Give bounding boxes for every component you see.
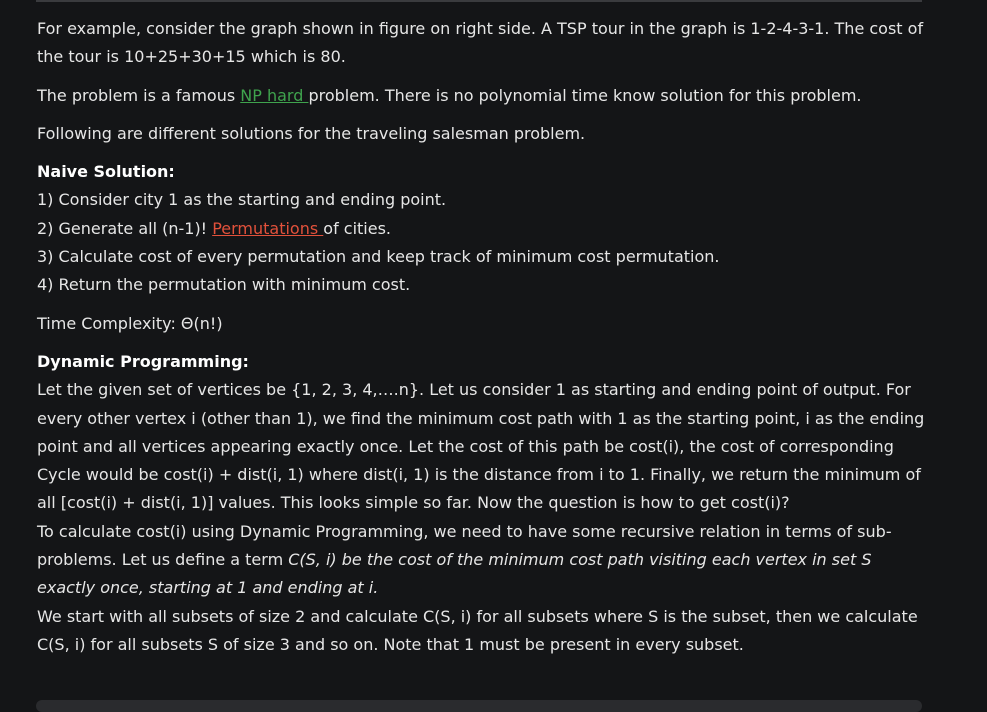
naive-solution-heading: Naive Solution: [37, 162, 175, 182]
naive-step-2-suffix: of cities. [323, 218, 392, 238]
dp-section: Dynamic Programming: Let the given set o… [37, 348, 929, 659]
dp-paragraph-2: To calculate cost(i) using Dynamic Progr… [37, 518, 929, 603]
top-divider [36, 0, 922, 2]
np-hard-paragraph: The problem is a famous NP hard problem.… [37, 82, 929, 110]
naive-step-2: 2) Generate all (n-1)! Permutations of c… [37, 215, 929, 243]
np-hard-link[interactable]: NP hard [240, 86, 308, 105]
example-paragraph: For example, consider the graph shown in… [37, 19, 924, 67]
np-text-before: The problem is a famous [37, 85, 241, 105]
time-complexity: Time Complexity: Θ(n!) [37, 313, 223, 333]
article-body: For example, consider the graph shown in… [37, 15, 929, 669]
naive-step-1: 1) Consider city 1 as the starting and e… [37, 190, 447, 210]
dp-heading: Dynamic Programming: [37, 351, 249, 371]
dp-paragraph-1: Let the given set of vertices be {1, 2, … [37, 380, 925, 513]
dp-paragraph-3: We start with all subsets of size 2 and … [37, 606, 918, 654]
np-text-after: problem. There is no polynomial time kno… [308, 85, 862, 105]
following-paragraph: Following are different solutions for th… [37, 123, 586, 143]
code-block-edge [36, 700, 922, 712]
naive-step-4: 4) Return the permutation with minimum c… [37, 275, 411, 295]
naive-step-3: 3) Calculate cost of every permutation a… [37, 247, 720, 267]
permutations-link[interactable]: Permutations [212, 219, 323, 238]
naive-solution-section: Naive Solution: 1) Consider city 1 as th… [37, 158, 929, 299]
naive-step-2-text: 2) Generate all (n-1)! [37, 218, 213, 238]
